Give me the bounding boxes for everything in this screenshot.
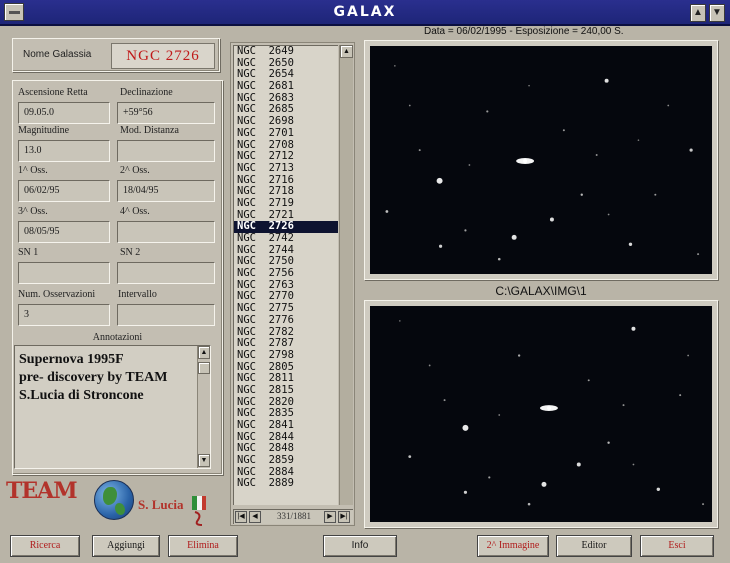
maximize-button[interactable]: ▼ <box>709 4 725 22</box>
notes-line: Supernova 1995F <box>19 352 124 367</box>
add-button[interactable]: Aggiungi <box>92 535 160 557</box>
ra-label: Ascensione Retta <box>18 87 88 98</box>
notes-line: pre- discovery by TEAM <box>19 370 168 385</box>
distance-modulus-field[interactable] <box>117 140 215 162</box>
interval-field[interactable] <box>117 304 215 326</box>
galaxy-name-field[interactable]: NGC 2726 <box>111 43 215 69</box>
notes-scrollbar[interactable]: ▲ ▼ <box>197 346 210 468</box>
last-record-icon[interactable]: ▶| <box>338 511 350 523</box>
galaxy-name-label: Nome Galassia <box>23 49 92 60</box>
logo-place-text: S. Lucia <box>138 497 184 512</box>
next-record-icon[interactable]: ▶ <box>324 511 336 523</box>
obs2-label: 2^ Oss. <box>120 165 150 176</box>
list-item[interactable]: NGC 2742 <box>234 232 338 245</box>
list-item[interactable]: NGC 2681 <box>234 80 338 93</box>
scroll-down-icon[interactable]: ▼ <box>198 454 210 467</box>
num-observations-field[interactable]: 3 <box>18 304 110 326</box>
scroll-thumb[interactable] <box>198 362 210 374</box>
image-frame-bottom <box>364 300 718 528</box>
image-frame-top <box>364 40 718 280</box>
record-counter: 331/1881 <box>276 511 311 521</box>
triangle-up-icon: ▲ <box>693 7 703 18</box>
obs3-label: 3^ Oss. <box>18 206 48 217</box>
scroll-up-icon[interactable]: ▲ <box>340 45 353 58</box>
obs2-field[interactable]: 18/04/95 <box>117 180 215 202</box>
date-exposure-text: Data = 06/02/1995 - Esposizione = 240,00… <box>424 26 624 37</box>
record-navigator: |◀ ◀ 331/1881 ▶ ▶| <box>233 509 353 524</box>
obs1-field[interactable]: 06/02/95 <box>18 180 110 202</box>
list-item[interactable]: NGC 2756 <box>234 267 338 280</box>
list-item[interactable]: NGC 2719 <box>234 197 338 210</box>
interval-label: Intervallo <box>118 289 157 300</box>
ra-field[interactable]: 09.05.0 <box>18 102 110 124</box>
galaxy-image-1[interactable] <box>370 46 712 274</box>
list-item[interactable]: NGC 2649 <box>234 46 338 58</box>
sn1-field[interactable] <box>18 262 110 284</box>
info-button[interactable]: Info <box>323 535 397 557</box>
minimize-button[interactable]: ▲ <box>690 4 706 22</box>
sn2-field[interactable] <box>117 262 215 284</box>
magnitude-field[interactable]: 13.0 <box>18 140 110 162</box>
team-logo: TEAM <box>6 478 78 504</box>
galaxy-name-panel: Nome Galassia NGC 2726 <box>12 38 220 72</box>
prev-record-icon[interactable]: ◀ <box>249 511 261 523</box>
delete-button[interactable]: Elimina <box>168 535 238 557</box>
exit-button[interactable]: Esci <box>640 535 714 557</box>
image-path-text: C:\GALAX\IMG\1 <box>495 284 587 298</box>
list-item[interactable]: NGC 2776 <box>234 314 338 327</box>
first-record-icon[interactable]: |◀ <box>235 511 247 523</box>
list-item[interactable]: NGC 2841 <box>234 419 338 432</box>
search-button[interactable]: Ricerca <box>10 535 80 557</box>
scroll-up-icon[interactable]: ▲ <box>198 346 210 359</box>
editor-button[interactable]: Editor <box>556 535 632 557</box>
list-item[interactable]: NGC 2713 <box>234 162 338 175</box>
globe-icon <box>94 480 134 520</box>
notes-textarea[interactable]: Supernova 1995F pre- discovery by TEAM S… <box>14 345 211 469</box>
notes-label: Annotazioni <box>92 332 143 343</box>
galaxy-image-2[interactable] <box>370 306 712 522</box>
second-image-button[interactable]: 2^ Immagine <box>477 535 549 557</box>
distance-modulus-label: Mod. Distanza <box>120 125 179 136</box>
obs1-label: 1^ Oss. <box>18 165 48 176</box>
sn1-label: SN 1 <box>18 247 39 258</box>
dec-label: Declinazione <box>120 87 173 98</box>
list-item[interactable]: NGC 2815 <box>234 384 338 397</box>
flag-icon <box>192 496 206 526</box>
list-item[interactable]: NGC 2798 <box>234 349 338 362</box>
num-observations-label: Num. Osservazioni <box>18 289 96 300</box>
triangle-down-icon: ▼ <box>712 7 722 18</box>
galaxy-list-panel: NGC 2649 NGC 2650 NGC 2654 NGC 2681 NGC 2683… <box>230 42 355 526</box>
notes-line: S.Lucia di Stroncone <box>19 388 144 403</box>
obs4-field[interactable] <box>117 221 215 243</box>
list-scrollbar[interactable]: ▲ <box>339 45 353 505</box>
dec-field[interactable]: +59°56 <box>117 102 215 124</box>
list-item[interactable]: NGC 2889 <box>234 478 338 490</box>
list-item[interactable]: NGC 2859 <box>234 454 338 467</box>
sn2-label: SN 2 <box>120 247 141 258</box>
obs4-label: 4^ Oss. <box>120 206 150 217</box>
obs3-field[interactable]: 08/05/95 <box>18 221 110 243</box>
galaxy-list[interactable]: NGC 2649 NGC 2650 NGC 2654 NGC 2681 NGC 2683… <box>233 45 338 505</box>
magnitude-label: Magnitudine <box>18 125 70 136</box>
window-title: GALAX <box>333 4 397 20</box>
list-item[interactable]: NGC 2701 <box>234 127 338 140</box>
